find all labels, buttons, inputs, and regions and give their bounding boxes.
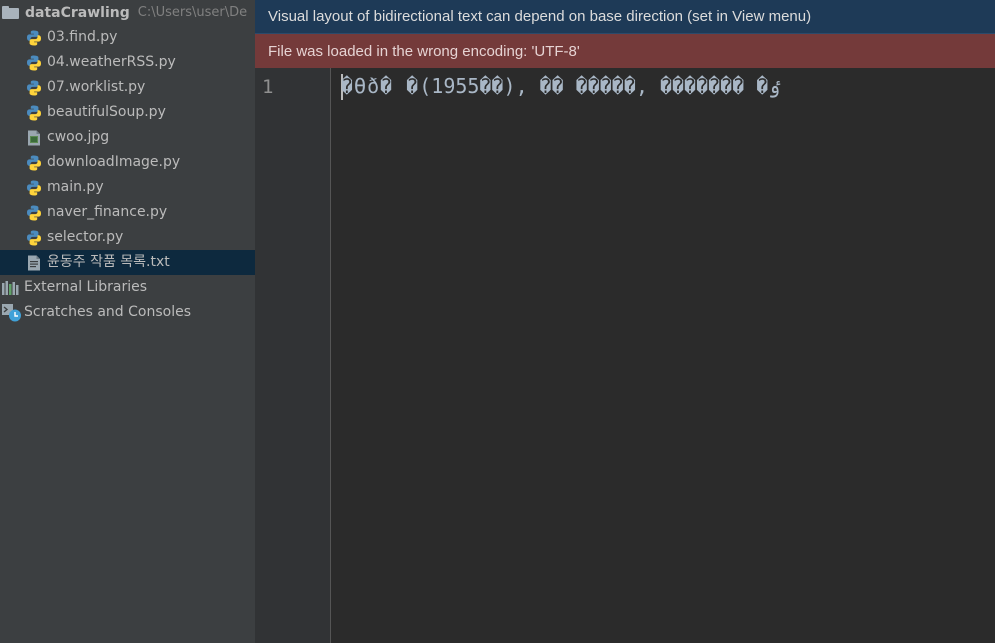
file-item-naver-finance[interactable]: naver_finance.py [0, 200, 255, 225]
scratches-node[interactable]: Scratches and Consoles [0, 300, 255, 325]
line-number: 1 [262, 76, 274, 98]
bidi-info-text: Visual layout of bidirectional text can … [268, 8, 812, 25]
file-name: beautifulSoup.py [47, 104, 166, 120]
file-item-yundongju-txt[interactable]: 윤동주 작품 목록.txt [0, 250, 255, 275]
python-file-icon [27, 30, 41, 45]
file-name: naver_finance.py [47, 204, 168, 220]
file-item-07-worklist[interactable]: 07.worklist.py [0, 75, 255, 100]
python-file-icon [27, 105, 41, 120]
file-name: cwoo.jpg [47, 129, 110, 145]
python-file-icon [27, 55, 41, 70]
python-file-icon [27, 180, 41, 195]
bidi-info-banner: Visual layout of bidirectional text can … [255, 0, 995, 34]
python-file-icon [27, 80, 41, 95]
code-line-1[interactable]: �ϴð� �ٶ� ������� ,����� �� ,(��1955) [341, 74, 780, 98]
library-icon [2, 280, 19, 295]
external-libraries-label: External Libraries [24, 279, 147, 295]
project-root[interactable]: dataCrawling C:\Users\user\De [0, 0, 255, 25]
file-item-downloadimage[interactable]: downloadImage.py [0, 150, 255, 175]
file-item-cwoo-jpg[interactable]: cwoo.jpg [0, 125, 255, 150]
python-file-icon [27, 205, 41, 220]
file-item-selector[interactable]: selector.py [0, 225, 255, 250]
python-file-icon [27, 230, 41, 245]
encoding-error-banner: File was loaded in the wrong encoding: '… [255, 34, 995, 68]
line-number-gutter[interactable]: 1 [255, 68, 331, 643]
file-name: 07.worklist.py [47, 79, 146, 95]
file-name: selector.py [47, 229, 124, 245]
file-name: 03.find.py [47, 29, 118, 45]
project-root-path: C:\Users\user\De [137, 5, 248, 20]
image-file-icon [28, 130, 40, 145]
file-name: main.py [47, 179, 104, 195]
text-file-icon [28, 255, 40, 270]
file-item-beautifulsoup[interactable]: beautifulSoup.py [0, 100, 255, 125]
scratches-icon [2, 303, 21, 321]
external-libraries-node[interactable]: External Libraries [0, 275, 255, 300]
encoding-error-text: File was loaded in the wrong encoding: '… [268, 42, 580, 60]
project-sidebar: dataCrawling C:\Users\user\De 03.find.py… [0, 0, 255, 643]
code-editor[interactable]: �ϴð� �ٶ� ������� ,����� �� ,(��1955) [332, 68, 995, 643]
file-name: 04.weatherRSS.py [47, 54, 176, 70]
file-item-main[interactable]: main.py [0, 175, 255, 200]
scratches-label: Scratches and Consoles [24, 304, 191, 320]
file-name: 윤동주 작품 목록.txt [47, 254, 170, 270]
folder-icon [2, 6, 19, 19]
python-file-icon [27, 155, 41, 170]
editor-pane: Visual layout of bidirectional text can … [255, 0, 995, 643]
file-item-04-weatherrss[interactable]: 04.weatherRSS.py [0, 50, 255, 75]
file-name: downloadImage.py [47, 154, 181, 170]
file-item-03-find[interactable]: 03.find.py [0, 25, 255, 50]
ide-window: dataCrawling C:\Users\user\De 03.find.py… [0, 0, 995, 643]
project-root-name: dataCrawling [25, 4, 130, 21]
